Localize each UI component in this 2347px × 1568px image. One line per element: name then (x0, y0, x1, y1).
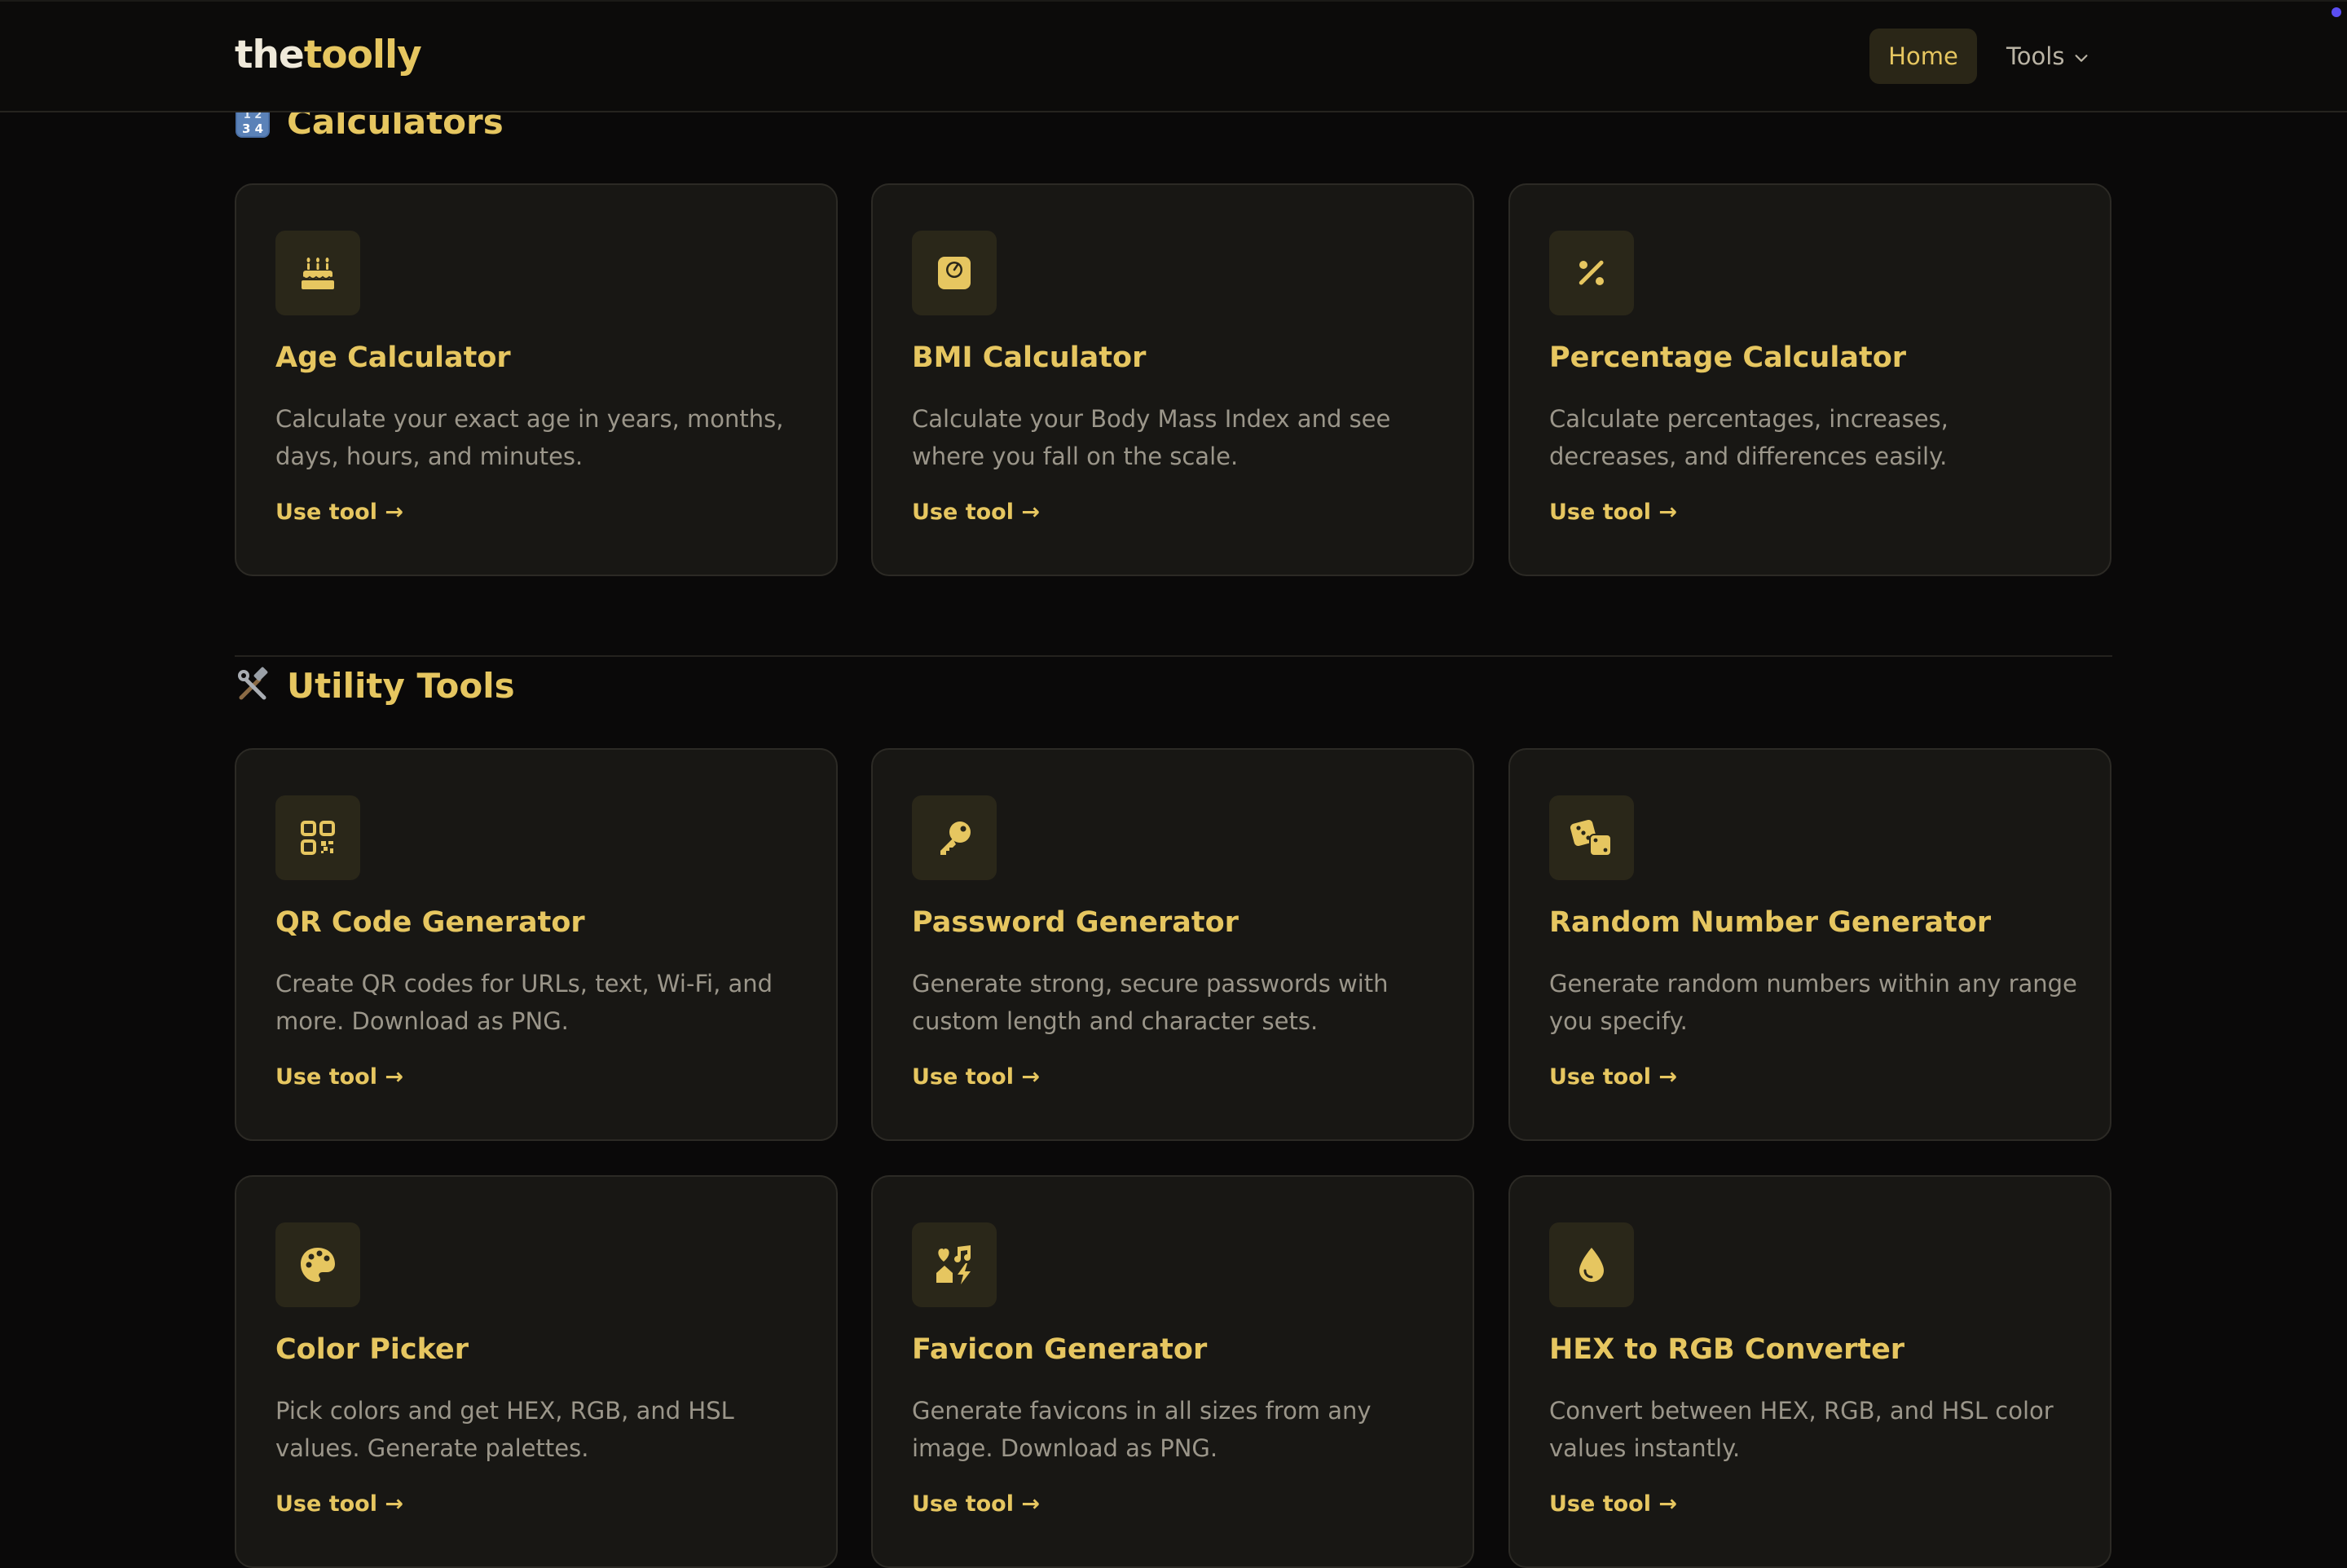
use-tool-link[interactable]: Use tool → (912, 1490, 1040, 1519)
tool-card-description: Generate strong, secure passwords with c… (912, 970, 1389, 1035)
logo-text-toolly: toolly (303, 33, 422, 77)
tool-card-title[interactable]: Color Picker (275, 1330, 469, 1369)
tool-card-color-picker[interactable]: Color Picker Pick colors and get HEX, RG… (235, 1175, 838, 1568)
tool-card-title[interactable]: Age Calculator (275, 338, 511, 377)
hammer-wrench-icon (238, 667, 268, 700)
tool-card-title[interactable]: QR Code Generator (275, 903, 585, 942)
status-dot (2332, 7, 2341, 17)
site-header: thetoolly Home Tools (0, 0, 2347, 112)
tool-card-title[interactable]: Favicon Generator (912, 1330, 1207, 1369)
tool-card-title[interactable]: BMI Calculator (912, 338, 1146, 377)
tool-card-icon-box (912, 795, 997, 880)
tool-card-description: Create QR codes for URLs, text, Wi-Fi, a… (275, 970, 773, 1035)
svg-text:3 4: 3 4 (242, 121, 263, 136)
droplet-icon (1579, 1248, 1604, 1282)
tool-card-age-calculator[interactable]: Age Calculator Calculate your exact age … (235, 183, 838, 576)
tool-card-description: Calculate percentages, increases, decrea… (1549, 405, 1948, 470)
use-tool-link[interactable]: Use tool → (275, 1063, 403, 1092)
key-icon (940, 821, 971, 855)
tool-card-title[interactable]: Password Generator (912, 903, 1239, 942)
tool-card-title[interactable]: Random Number Generator (1549, 903, 1991, 942)
nav-tools-label: Tools (2006, 42, 2065, 70)
use-tool-link[interactable]: Use tool → (275, 1490, 403, 1519)
use-tool-link[interactable]: Use tool → (275, 498, 403, 527)
section-divider (235, 655, 2112, 657)
use-tool-link[interactable]: Use tool → (912, 498, 1040, 527)
tool-card-icon-box (1549, 795, 1634, 880)
tool-card-description: Calculate your Body Mass Index and see w… (912, 405, 1391, 470)
tool-card-qr-code-generator[interactable]: QR Code Generator Create QR codes for UR… (235, 748, 838, 1141)
palette-icon (301, 1248, 335, 1282)
tool-card-description: Calculate your exact age in years, month… (275, 405, 784, 470)
logo-text-the: the (235, 33, 305, 77)
tool-card-hex-to-rgb-converter[interactable]: HEX to RGB Converter Convert between HEX… (1508, 1175, 2111, 1568)
section-title-utility-tools-text: Utility Tools (287, 666, 515, 706)
chevron-down-icon (2075, 55, 2088, 62)
tool-card-icon-box (275, 231, 360, 315)
header-top-edge (0, 0, 2347, 2)
percent-icon (1579, 260, 1604, 285)
use-tool-link[interactable]: Use tool → (1549, 1063, 1677, 1092)
tool-card-description: Generate favicons in all sizes from any … (912, 1397, 1372, 1462)
tool-card-description: Pick colors and get HEX, RGB, and HSL va… (275, 1397, 734, 1462)
qr-code-icon (301, 821, 335, 855)
tool-card-title[interactable]: Percentage Calculator (1549, 338, 1906, 377)
dice-icon (1570, 819, 1612, 857)
tool-card-icon-box (1549, 231, 1634, 315)
tool-card-icon-box (912, 231, 997, 315)
icons-icon (936, 1245, 971, 1284)
nav-home-link[interactable]: Home (1869, 29, 1977, 84)
tool-card-icon-box (1549, 1222, 1634, 1307)
birthday-cake-icon (302, 258, 334, 289)
tool-card-title[interactable]: HEX to RGB Converter (1549, 1330, 1904, 1369)
tool-card-random-number-generator[interactable]: Random Number Generator Generate random … (1508, 748, 2111, 1141)
tool-card-description: Generate random numbers within any range… (1549, 970, 2077, 1035)
tool-card-icon-box (275, 1222, 360, 1307)
nav-tools-dropdown[interactable]: Tools (2006, 29, 2090, 84)
weight-scale-icon (938, 257, 971, 289)
tool-card-icon-box (912, 1222, 997, 1307)
tool-card-percentage-calculator[interactable]: Percentage Calculator Calculate percenta… (1508, 183, 2111, 576)
tool-card-bmi-calculator[interactable]: BMI Calculator Calculate your Body Mass … (871, 183, 1474, 576)
tool-card-description: Convert between HEX, RGB, and HSL color … (1549, 1397, 2054, 1462)
site-logo[interactable]: thetoolly (235, 31, 422, 80)
tool-card-favicon-generator[interactable]: Favicon Generator Generate favicons in a… (871, 1175, 1474, 1568)
use-tool-link[interactable]: Use tool → (1549, 498, 1677, 527)
tool-card-password-generator[interactable]: Password Generator Generate strong, secu… (871, 748, 1474, 1141)
use-tool-link[interactable]: Use tool → (1549, 1490, 1677, 1519)
use-tool-link[interactable]: Use tool → (912, 1063, 1040, 1092)
tool-card-icon-box (275, 795, 360, 880)
section-title-utility-tools: Utility Tools (235, 663, 515, 709)
